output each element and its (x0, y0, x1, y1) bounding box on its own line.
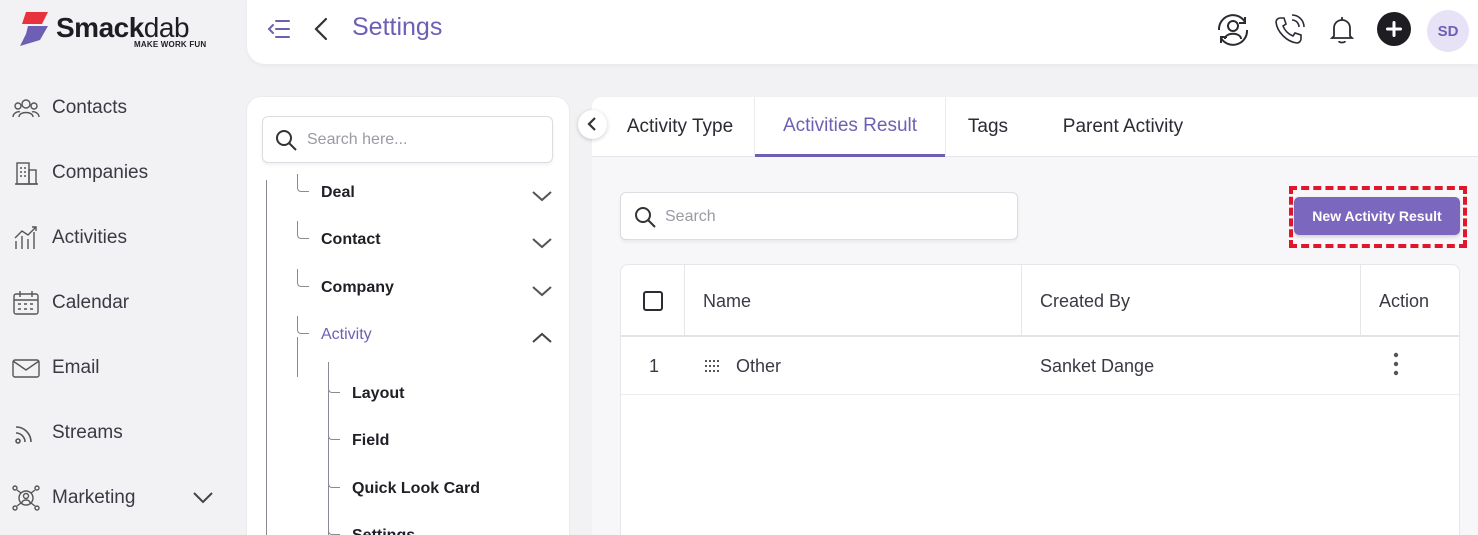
tree-search-input[interactable] (307, 127, 537, 153)
tree-item-label: Company (321, 279, 394, 296)
nav-label: Streams (52, 422, 123, 443)
nav-label: Companies (52, 162, 149, 183)
companies-icon (15, 162, 38, 185)
tab-activity-type[interactable]: Activity Type (606, 97, 754, 157)
table-header: Name Created By Action (621, 265, 1459, 337)
row-created-by: Sanket Dange (1040, 355, 1155, 376)
tree-search-box (262, 116, 553, 163)
settings-tree-panel: Deal Contact Company Activity Layout Fie… (247, 97, 569, 535)
table-row[interactable]: 1 Other Sanket Dange (621, 337, 1459, 395)
tree-guide-line (266, 180, 267, 535)
tree-connector (297, 221, 309, 239)
contacts-icon (12, 99, 40, 118)
result-search-input[interactable] (665, 204, 1005, 230)
nav-label: Activities (52, 227, 127, 248)
tree-connector (328, 470, 340, 488)
chevron-down-icon[interactable] (192, 489, 214, 505)
tree-item-label: Settings (352, 527, 415, 535)
email-icon (12, 359, 40, 378)
calendar-icon (13, 291, 39, 315)
column-header-name[interactable]: Name (703, 265, 751, 337)
tree-item-label: Contact (321, 231, 381, 248)
add-new-button[interactable] (1377, 12, 1411, 46)
result-search-box (620, 192, 1018, 240)
chevron-down-icon[interactable] (531, 236, 553, 250)
nav-item-contacts[interactable]: Contacts (0, 87, 247, 127)
tab-tags[interactable]: Tags (946, 97, 1030, 157)
nav-item-activities[interactable]: Activities (0, 217, 247, 257)
settings-tabs: Activity Type Activities Result Tags Par… (578, 97, 1478, 157)
tree-item-label: Quick Look Card (352, 480, 481, 497)
tree-item-label: Deal (321, 184, 355, 201)
collapse-sidebar-icon[interactable] (267, 17, 291, 41)
nav-item-companies[interactable]: Companies (0, 152, 247, 192)
drag-handle-icon[interactable] (705, 360, 719, 372)
chevron-up-icon[interactable] (531, 331, 553, 345)
column-divider (684, 265, 685, 337)
top-header: Settings SD (247, 0, 1478, 64)
brand-tagline: MAKE WORK FUN (134, 40, 207, 49)
brand-logo[interactable]: Smackdab MAKE WORK FUN (18, 8, 218, 54)
chevron-down-icon[interactable] (531, 284, 553, 298)
nav-label: Calendar (52, 292, 130, 313)
logo-mark-icon (20, 12, 48, 46)
user-sync-icon[interactable] (1215, 12, 1251, 48)
back-arrow-icon[interactable] (313, 16, 329, 42)
chevron-left-icon (587, 117, 596, 131)
select-all-checkbox[interactable] (643, 291, 663, 311)
tree-connector (328, 422, 340, 440)
bell-icon[interactable] (1324, 12, 1360, 48)
main-sidebar: Smackdab MAKE WORK FUN Contacts Companie… (0, 0, 247, 535)
activities-result-content: New Activity Result Name Created By Acti… (592, 157, 1478, 535)
chevron-down-icon[interactable] (531, 189, 553, 203)
tree-connector (297, 316, 309, 334)
tree-item-label: Activity (321, 326, 372, 343)
column-divider (1360, 265, 1361, 337)
nav-label: Marketing (52, 487, 136, 508)
nav-item-email[interactable]: Email (0, 347, 247, 387)
search-icon (276, 130, 297, 151)
column-header-created-by[interactable]: Created By (1040, 265, 1130, 337)
nav-item-marketing[interactable]: Marketing (0, 477, 247, 517)
page-title: Settings (352, 13, 443, 41)
nav-label: Email (52, 357, 100, 378)
tree-item-label: Field (352, 432, 390, 449)
more-options-icon[interactable] (1389, 351, 1403, 377)
row-name: Other (736, 355, 782, 376)
new-activity-result-button[interactable]: New Activity Result (1294, 197, 1460, 235)
streams-icon (15, 426, 32, 444)
tree-guide-line (297, 337, 298, 377)
tree-connector (328, 517, 340, 535)
nav-item-calendar[interactable]: Calendar (0, 282, 247, 322)
results-table: Name Created By Action 1 Other Sanket Da… (620, 264, 1460, 535)
tree-connector (297, 269, 309, 287)
user-avatar[interactable]: SD (1427, 10, 1469, 52)
tree-connector (328, 375, 340, 393)
tree-connector (297, 174, 309, 192)
tabs-scroll-left-button[interactable] (578, 110, 607, 139)
nav-label: Contacts (52, 97, 127, 118)
tree-item-label: Layout (352, 385, 405, 402)
search-icon (635, 207, 656, 228)
phone-icon[interactable] (1271, 12, 1307, 48)
marketing-icon (12, 485, 40, 511)
nav-item-streams[interactable]: Streams (0, 412, 247, 452)
tab-activities-result[interactable]: Activities Result (755, 97, 945, 157)
activities-icon (14, 226, 37, 249)
tab-parent-activity[interactable]: Parent Activity (1038, 97, 1208, 157)
column-divider (1021, 265, 1022, 337)
row-index: 1 (649, 355, 660, 376)
column-header-action: Action (1379, 290, 1430, 311)
